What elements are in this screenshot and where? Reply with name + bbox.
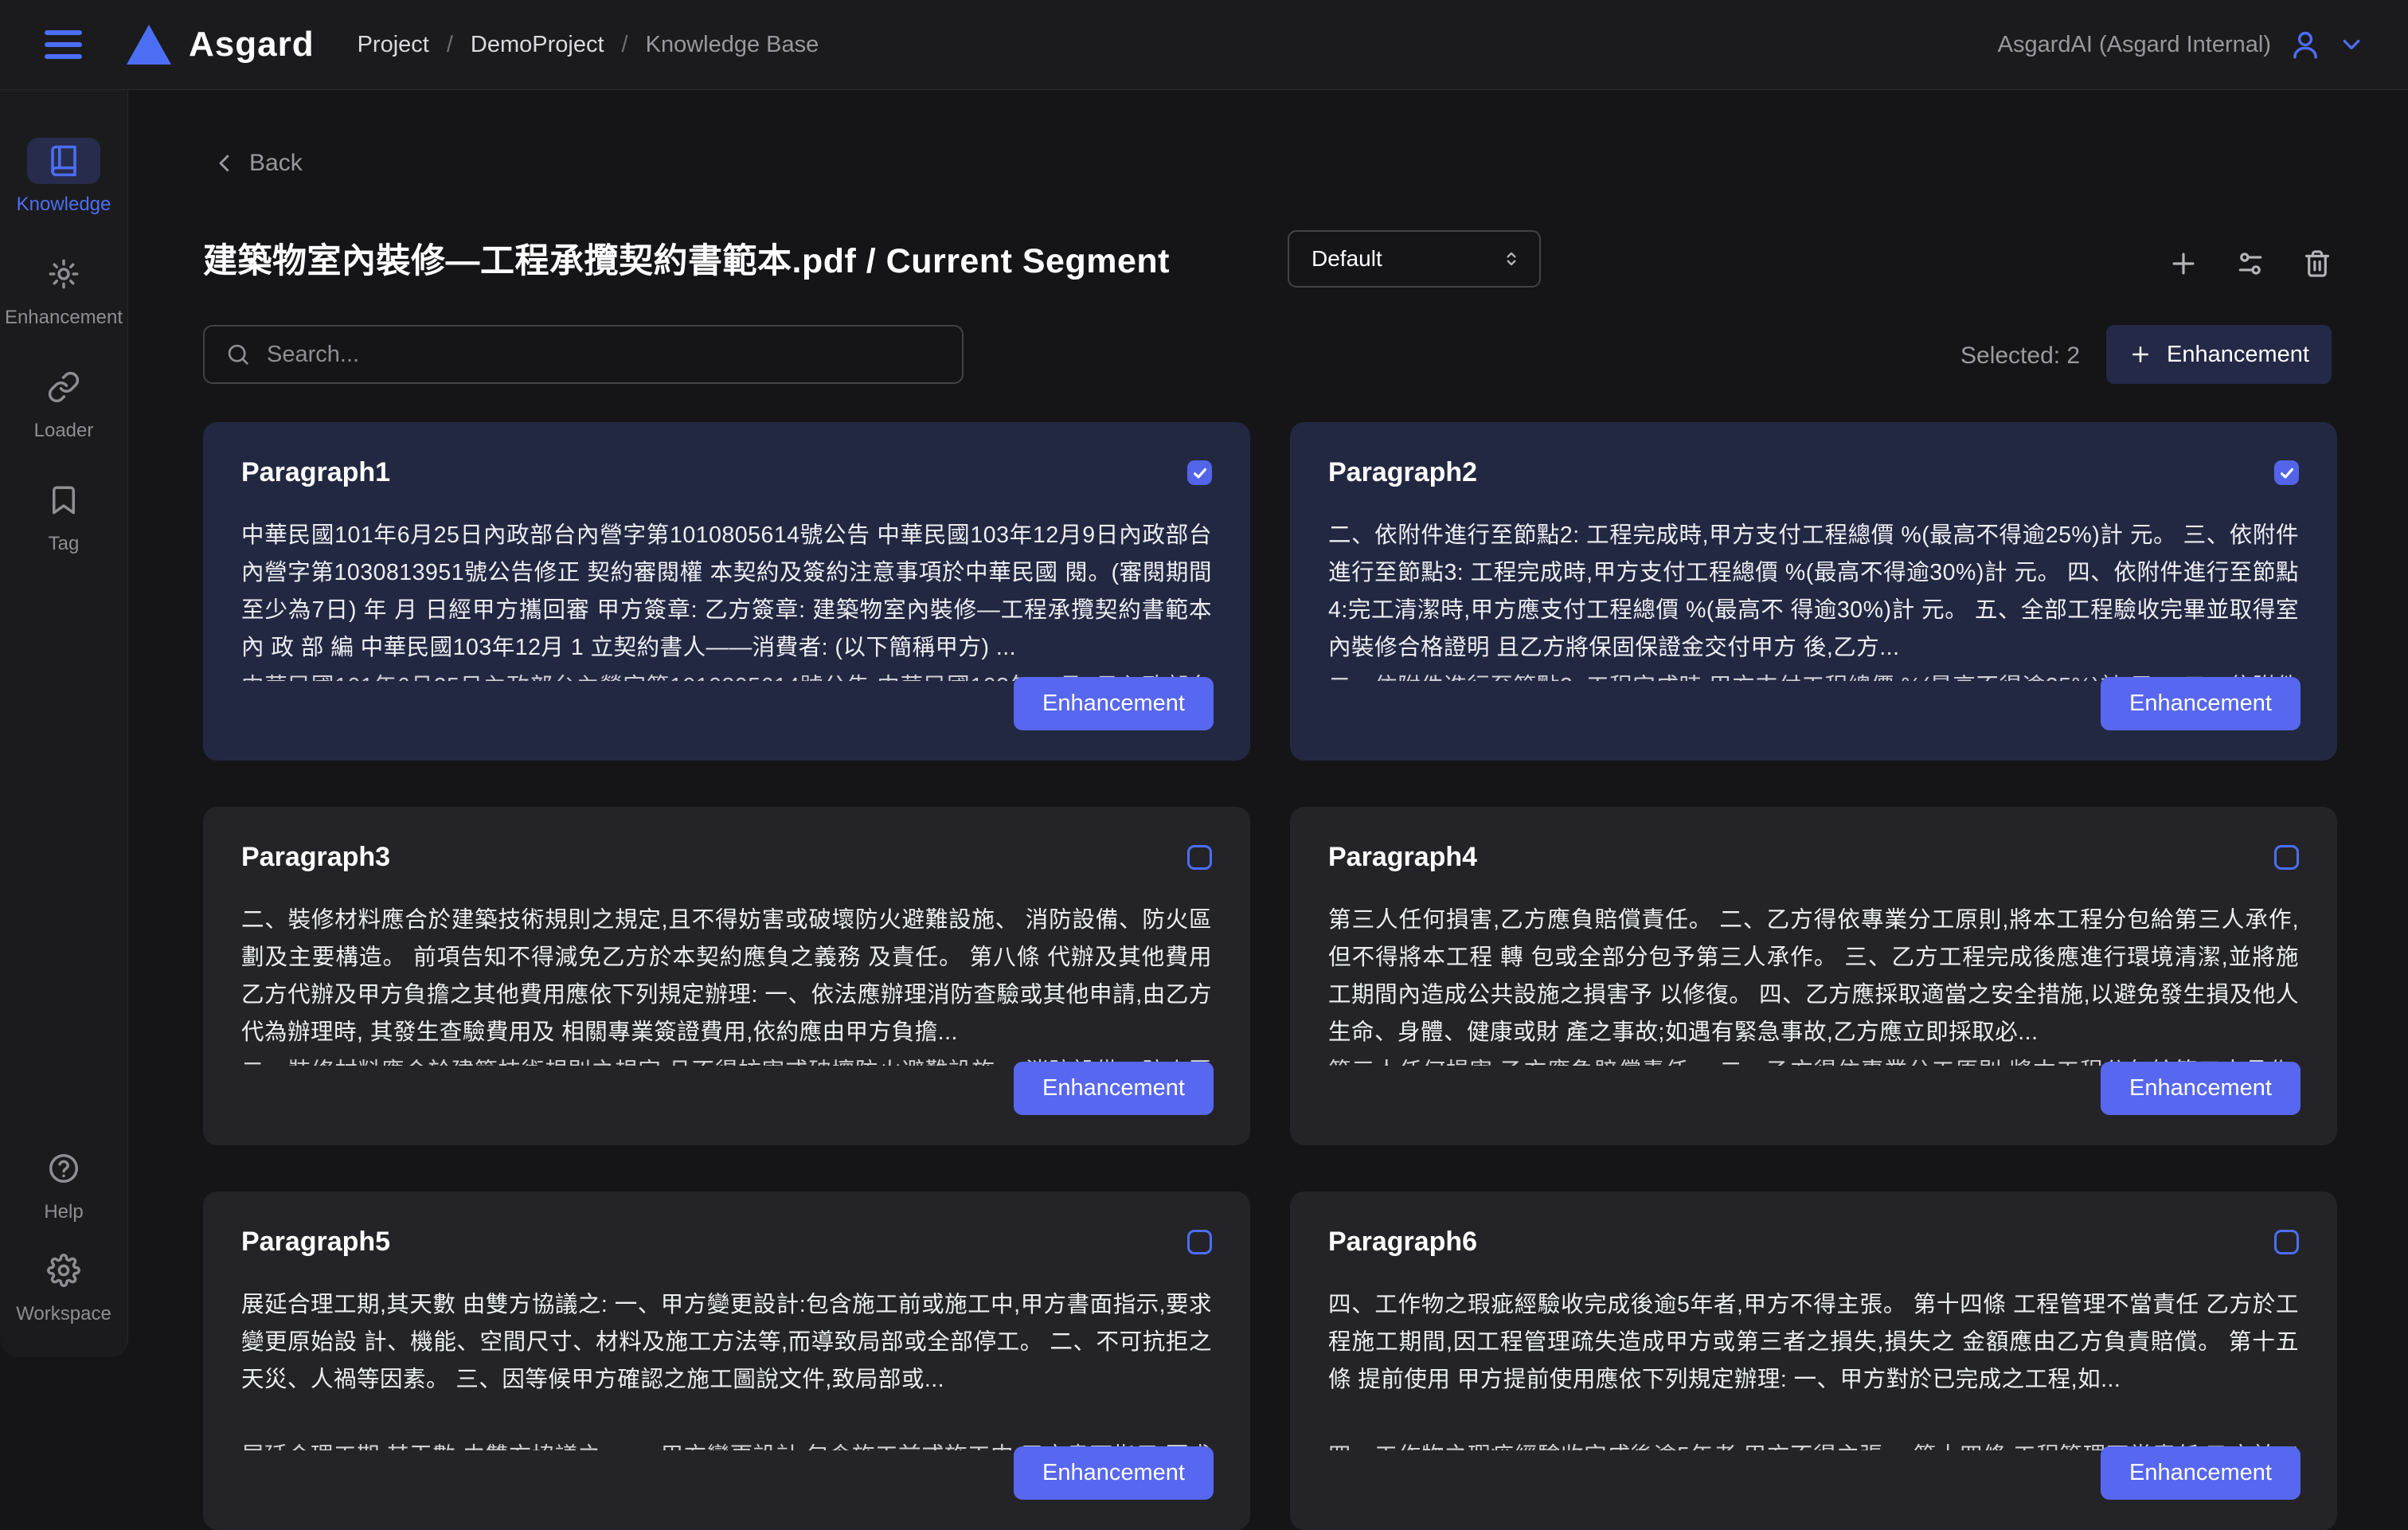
sidebar-item-workspace[interactable]: Workspace — [0, 1247, 127, 1325]
card-enhancement-button[interactable]: Enhancement — [2101, 1062, 2300, 1115]
card-title: Paragraph3 — [241, 842, 390, 873]
sidebar-item-label: Enhancement — [5, 307, 123, 329]
bulk-enhancement-label: Enhancement — [2167, 342, 2309, 368]
check-icon — [1191, 464, 1209, 482]
paragraph-card: Paragraph5 展延合理工期,其天數 由雙方協議之: 一、甲方變更設計:包… — [203, 1192, 1250, 1530]
back-button[interactable]: Back — [213, 150, 303, 177]
card-checkbox[interactable] — [1187, 1230, 1212, 1254]
sidebar-item-label: Knowledge — [17, 194, 111, 216]
card-checkbox[interactable] — [2274, 1230, 2299, 1254]
breadcrumb-separator: / — [622, 32, 628, 58]
bookmark-icon — [47, 483, 80, 517]
sidebar-item-label: Loader — [34, 420, 94, 442]
sidebar-item-label: Tag — [49, 533, 80, 555]
paragraph-cards-grid: Paragraph1 中華民國101年6月25日內政部台內營字第10108056… — [203, 422, 2337, 1530]
breadcrumb-separator: / — [447, 32, 453, 58]
sidebar-item-knowledge[interactable]: Knowledge — [0, 138, 127, 216]
card-enhancement-button[interactable]: Enhancement — [2101, 1446, 2300, 1500]
card-text: 二、依附件進行至節點2: 工程完成時,甲方支付工程總價 %(最高不得逾25%)計… — [1328, 517, 2299, 668]
brand-name: Asgard — [189, 25, 315, 65]
trash-icon[interactable] — [2302, 248, 2332, 279]
sidebar-item-label: Help — [44, 1201, 83, 1223]
breadcrumb-demoproject[interactable]: DemoProject — [471, 32, 604, 58]
paragraph-card: Paragraph1 中華民國101年6月25日內政部台內營字第10108056… — [203, 422, 1250, 761]
search-icon — [225, 342, 251, 367]
sidebar-item-label: Workspace — [16, 1303, 111, 1325]
card-text: 第三人任何損害,乙方應負賠償責任。 二、乙方得依專業分工原則,將本工程分包給第三… — [1328, 902, 2299, 1053]
knowledge-icon-tile — [27, 138, 100, 184]
back-label: Back — [249, 150, 303, 177]
workspace-icon-tile — [27, 1247, 100, 1293]
paragraph-card: Paragraph6 四、工作物之瑕疵經驗收完成後逾5年者,甲方不得主張。 第十… — [1290, 1192, 2337, 1530]
settings-sliders-icon[interactable] — [2235, 248, 2265, 279]
account-name: AsgardAI (Asgard Internal) — [1998, 32, 2271, 58]
help-icon-tile — [27, 1145, 100, 1192]
card-title: Paragraph5 — [241, 1227, 390, 1258]
card-title: Paragraph4 — [1328, 842, 1477, 873]
sidebar-item-help[interactable]: Help — [0, 1145, 127, 1223]
chevron-left-icon — [213, 151, 236, 175]
card-checkbox[interactable] — [1187, 845, 1212, 870]
paragraph-card: Paragraph3 二、裝修材料應合於建築技術規則之規定,且不得妨害或破壞防火… — [203, 807, 1250, 1145]
search-box — [203, 325, 964, 384]
card-checkbox[interactable] — [2274, 460, 2299, 485]
topbar: Asgard Project / DemoProject / Knowledge… — [0, 0, 2408, 90]
plus-icon — [2128, 342, 2152, 366]
card-text: 四、工作物之瑕疵經驗收完成後逾5年者,甲方不得主張。 第十四條 工程管理不當責任… — [1328, 1286, 2299, 1438]
card-text: 二、裝修材料應合於建築技術規則之規定,且不得妨害或破壞防火避難設施、 消防設備、… — [241, 902, 1212, 1053]
gear-icon — [47, 1254, 80, 1287]
tag-icon-tile — [27, 477, 100, 523]
breadcrumb-project[interactable]: Project — [358, 32, 429, 58]
segment-select[interactable]: Default — [1288, 230, 1541, 288]
sidebar: Knowledge Enhancement Loader Tag Help Wo… — [0, 90, 128, 1357]
account-area[interactable]: AsgardAI (Asgard Internal) — [1998, 28, 2363, 61]
link-icon — [47, 370, 80, 404]
enhancement-icon-tile — [27, 251, 100, 297]
card-text: 中華民國101年6月25日內政部台內營字第1010805614號公告 中華民國1… — [241, 517, 1212, 668]
user-icon[interactable] — [2289, 28, 2322, 61]
sun-icon — [47, 257, 80, 291]
sidebar-item-enhancement[interactable]: Enhancement — [0, 251, 127, 329]
header-actions — [2168, 248, 2332, 279]
card-enhancement-button[interactable]: Enhancement — [1014, 1446, 1214, 1500]
help-circle-icon — [47, 1152, 80, 1185]
card-enhancement-button[interactable]: Enhancement — [1014, 677, 1214, 730]
paragraph-card: Paragraph2 二、依附件進行至節點2: 工程完成時,甲方支付工程總價 %… — [1290, 422, 2337, 761]
brand: Asgard — [127, 25, 315, 65]
menu-icon[interactable] — [45, 30, 82, 59]
loader-icon-tile — [27, 364, 100, 410]
card-enhancement-button[interactable]: Enhancement — [2101, 677, 2300, 730]
chevron-down-icon[interactable] — [2340, 33, 2363, 57]
card-title: Paragraph1 — [241, 457, 390, 488]
card-checkbox[interactable] — [2274, 845, 2299, 870]
sidebar-item-loader[interactable]: Loader — [0, 364, 127, 442]
search-input[interactable] — [267, 342, 941, 368]
card-title: Paragraph2 — [1328, 457, 1477, 488]
page-title: 建築物室內裝修—工程承攬契約書範本.pdf / Current Segment — [203, 233, 1170, 283]
sidebar-item-tag[interactable]: Tag — [0, 477, 127, 555]
unfold-icon — [1501, 248, 1522, 269]
card-enhancement-button[interactable]: Enhancement — [1014, 1062, 1214, 1115]
logo-triangle-icon — [127, 25, 171, 65]
bulk-enhancement-button[interactable]: Enhancement — [2106, 325, 2332, 384]
book-icon — [47, 144, 80, 178]
card-checkbox[interactable] — [1187, 460, 1212, 485]
breadcrumb-knowledge-base: Knowledge Base — [646, 32, 819, 58]
segment-select-value: Default — [1312, 246, 1382, 272]
card-text: 展延合理工期,其天數 由雙方協議之: 一、甲方變更設計:包含施工前或施工中,甲方… — [241, 1286, 1212, 1438]
check-icon — [2278, 464, 2296, 482]
card-title: Paragraph6 — [1328, 1227, 1477, 1258]
selected-count-label: Selected: 2 — [1960, 342, 2080, 370]
breadcrumb: Project / DemoProject / Knowledge Base — [358, 32, 819, 58]
paragraph-card: Paragraph4 第三人任何損害,乙方應負賠償責任。 二、乙方得依專業分工原… — [1290, 807, 2337, 1145]
add-segment-icon[interactable] — [2168, 248, 2199, 279]
